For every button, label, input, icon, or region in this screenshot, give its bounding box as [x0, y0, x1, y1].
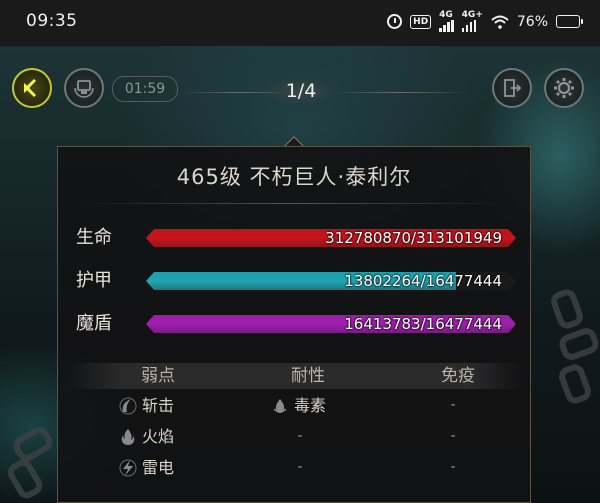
weakness-item: 雷电: [118, 457, 174, 479]
chain-decoration: [556, 325, 600, 363]
immune-empty: -: [450, 397, 456, 413]
battery-icon: [556, 15, 583, 28]
immune-empty: -: [450, 428, 456, 444]
hd-voice-icon: HD: [410, 14, 432, 29]
back-arrow-icon: [24, 78, 37, 98]
chain-decoration: [10, 423, 56, 465]
armor-row: 护甲 13802264/16477444: [76, 270, 522, 292]
game-scene: 01:59 1/4 465级 不朽巨人·泰利尔 生命 312780870/313…: [0, 46, 600, 503]
auto-battle-button[interactable]: [64, 68, 104, 108]
poison-icon: [270, 396, 290, 416]
signal-icon-1: 4G: [439, 11, 454, 32]
resist-item: 毒素: [270, 395, 326, 417]
wifi-icon: [491, 15, 509, 29]
immune-header: 免疫: [441, 366, 475, 386]
status-time: 09:35: [26, 11, 78, 31]
lightning-icon: [118, 458, 138, 478]
slash-icon: [118, 396, 138, 416]
chain-decoration: [548, 286, 586, 332]
hp-bar: 312780870/313101949: [146, 229, 516, 247]
hp-value: 312780870/313101949: [325, 229, 502, 247]
weakness-item: 斩击: [118, 395, 174, 417]
armor-bar: 13802264/16477444: [146, 272, 516, 290]
hp-row: 生命 312780870/313101949: [76, 227, 522, 249]
title-divider: [78, 203, 510, 204]
shield-label: 魔盾: [76, 313, 112, 334]
shield-bar: 16413783/16477444: [146, 315, 516, 333]
page-counter: 1/4: [266, 78, 336, 104]
shield-row: 魔盾 16413783/16477444: [76, 313, 522, 335]
hud-divider: [330, 92, 470, 93]
exit-button[interactable]: [492, 68, 532, 108]
status-bar: 09:35 HD 4G 4G+ 76%: [0, 0, 600, 46]
armor-value: 13802264/16477444: [344, 272, 502, 290]
boss-info-panel: 465级 不朽巨人·泰利尔 生命 312780870/313101949 护甲 …: [57, 146, 531, 503]
settings-button[interactable]: [544, 68, 584, 108]
weakness-header: 弱点: [141, 366, 175, 386]
flame-icon: [118, 427, 138, 447]
boss-title: 465级 不朽巨人·泰利尔: [176, 165, 412, 189]
weakness-item: 火焰: [118, 426, 174, 448]
chain-decoration: [556, 361, 594, 407]
back-button[interactable]: [12, 68, 52, 108]
hp-label: 生命: [76, 227, 112, 248]
resist-empty: -: [297, 428, 303, 444]
resist-empty: -: [297, 459, 303, 475]
resistance-header: 弱点 耐性 免疫: [68, 363, 522, 389]
signal-icon-2: 4G+: [461, 11, 483, 32]
resist-header: 耐性: [291, 366, 325, 386]
battery-percent: 76%: [516, 13, 548, 30]
exit-door-icon: [504, 79, 522, 97]
immune-empty: -: [450, 459, 456, 475]
gear-icon: [554, 78, 574, 98]
armor-label: 护甲: [76, 270, 112, 291]
battle-timer: 01:59: [112, 76, 178, 102]
chain-decoration: [4, 456, 46, 502]
alarm-icon: [387, 14, 403, 29]
shield-value: 16413783/16477444: [344, 315, 502, 333]
computer-icon: [74, 80, 94, 98]
